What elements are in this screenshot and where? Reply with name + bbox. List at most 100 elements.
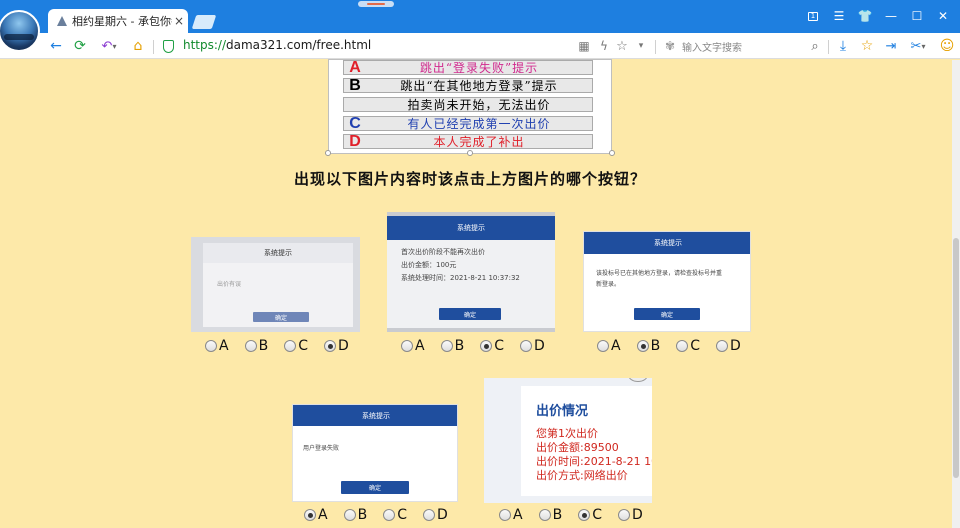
answer-group-4: A B C D xyxy=(304,507,464,523)
radio-circle[interactable] xyxy=(538,509,551,521)
radio-circle[interactable] xyxy=(480,340,493,352)
radio-label: B xyxy=(258,338,269,354)
radio-circle[interactable] xyxy=(715,340,728,352)
radio-label: A xyxy=(415,338,425,354)
browser-tab-bar: 相约星期六 - 承包你每月 × 1 ☰ 👕 — ☐ ✕ xyxy=(0,0,960,33)
bookmark-star-icon[interactable]: ☆ xyxy=(614,36,630,56)
radio-circle[interactable] xyxy=(401,340,413,352)
radio-option-b[interactable]: B xyxy=(636,338,661,354)
resize-handle[interactable] xyxy=(325,150,331,156)
dropdown-chevron-icon[interactable]: ▾ xyxy=(634,36,648,56)
key-letter: C xyxy=(349,114,361,132)
key-option-none: 拍卖尚未开始，无法出价 xyxy=(343,97,593,112)
close-window-icon[interactable]: ✕ xyxy=(930,8,956,24)
radio-label: A xyxy=(318,507,328,523)
grid-apps-icon[interactable]: ▦ xyxy=(576,36,592,56)
security-shield-icon[interactable] xyxy=(163,40,174,53)
radio-label: B xyxy=(454,338,465,354)
radio-circle[interactable] xyxy=(676,340,689,352)
radio-circle[interactable] xyxy=(284,340,297,352)
radio-option-d[interactable]: D xyxy=(715,338,741,354)
radio-option-a[interactable]: A xyxy=(499,507,523,523)
dialog-ok-button: 确定 xyxy=(341,481,409,494)
address-bar[interactable]: https://dama321.com/free.html xyxy=(183,38,371,52)
refresh-icon[interactable]: ⟳ xyxy=(70,36,90,56)
user-avatar[interactable] xyxy=(0,10,40,52)
radio-option-c[interactable]: C xyxy=(480,338,504,354)
search-input[interactable]: 输入文字搜索 xyxy=(682,39,742,54)
answer-group-5: A B C D xyxy=(499,507,659,523)
login-icon[interactable]: ⇥ xyxy=(882,36,900,56)
maximize-icon[interactable]: ☐ xyxy=(904,8,930,24)
dialog-title: 系统提示 xyxy=(203,243,353,263)
dialog-ok-button: 确定 xyxy=(253,312,309,322)
dialog-message: 该投标号已在其他地方登录，请检查投标号并重 新登录。 xyxy=(596,268,722,290)
window-count-badge: 1 xyxy=(808,11,818,21)
radio-option-c[interactable]: C xyxy=(383,507,407,523)
more-options-icon[interactable]: ☺ xyxy=(938,36,956,56)
browser-tab-active[interactable]: 相约星期六 - 承包你每月 × xyxy=(48,9,188,33)
back-arrow-icon[interactable]: ← xyxy=(46,36,66,56)
radio-circle[interactable] xyxy=(597,340,609,352)
radio-option-b[interactable]: B xyxy=(440,338,465,354)
radio-option-d[interactable]: D xyxy=(422,507,448,523)
radio-option-d[interactable]: D xyxy=(519,338,545,354)
resize-handle[interactable] xyxy=(467,150,473,156)
radio-circle[interactable] xyxy=(244,340,257,352)
undo-close-icon[interactable]: ↶ ▾ xyxy=(96,36,122,56)
radio-circle[interactable] xyxy=(304,509,316,521)
radio-label: C xyxy=(690,338,700,354)
url-scheme: https:// xyxy=(183,38,227,52)
screenshot-scissors-icon[interactable]: ✂ ▾ xyxy=(906,36,930,56)
window-list-button[interactable]: 1 xyxy=(800,8,826,24)
radio-circle[interactable] xyxy=(422,509,435,521)
radio-option-a[interactable]: A xyxy=(205,338,229,354)
radio-option-b[interactable]: B xyxy=(244,338,269,354)
key-text: 本人完成了补出 xyxy=(433,135,525,149)
radio-circle[interactable] xyxy=(343,509,356,521)
window-controls: 1 ☰ 👕 — ☐ ✕ xyxy=(800,8,956,24)
radio-circle[interactable] xyxy=(440,340,453,352)
skin-shirt-icon[interactable]: 👕 xyxy=(852,8,878,24)
radio-circle[interactable] xyxy=(617,509,630,521)
radio-circle[interactable] xyxy=(578,509,591,521)
radio-option-a[interactable]: A xyxy=(304,507,328,523)
key-option-b: B 跳出“在其他地方登录”提示 xyxy=(343,77,593,94)
radio-circle[interactable] xyxy=(636,340,649,352)
radio-option-c[interactable]: C xyxy=(284,338,308,354)
lightning-icon[interactable]: ϟ xyxy=(596,36,612,56)
radio-option-a[interactable]: A xyxy=(597,338,621,354)
menu-icon[interactable]: ☰ xyxy=(826,8,852,24)
new-tab-button[interactable] xyxy=(191,15,217,29)
radio-circle[interactable] xyxy=(205,340,217,352)
radio-option-d[interactable]: D xyxy=(323,338,349,354)
tab-title: 相约星期六 - 承包你每月 xyxy=(72,15,172,28)
radio-option-c[interactable]: C xyxy=(676,338,700,354)
minimize-icon[interactable]: — xyxy=(878,8,904,24)
resize-handle[interactable] xyxy=(609,150,615,156)
radio-label: C xyxy=(298,338,308,354)
close-tab-icon[interactable]: × xyxy=(172,14,186,28)
vertical-scrollbar[interactable] xyxy=(952,60,960,528)
radio-label: D xyxy=(436,507,448,523)
toolbar-divider xyxy=(655,40,656,54)
favorites-star-icon[interactable]: ☆ xyxy=(858,36,876,56)
search-icon[interactable]: ⌕ xyxy=(806,36,824,56)
message-line: 系统处理时间：2021-8-21 10:37:32 xyxy=(401,274,520,282)
radio-label: B xyxy=(650,338,661,354)
download-icon[interactable]: ⤓ xyxy=(834,36,852,56)
radio-option-b[interactable]: B xyxy=(343,507,367,523)
toolbar-divider xyxy=(153,40,154,54)
radio-option-a[interactable]: A xyxy=(401,338,425,354)
radio-circle[interactable] xyxy=(323,340,336,352)
scrollbar-thumb[interactable] xyxy=(953,238,959,478)
radio-label: C xyxy=(397,507,407,523)
radio-option-d[interactable]: D xyxy=(617,507,643,523)
radio-circle[interactable] xyxy=(383,509,396,521)
radio-option-c[interactable]: C xyxy=(578,507,602,523)
radio-option-b[interactable]: B xyxy=(538,507,562,523)
home-icon[interactable]: ⌂ xyxy=(128,36,148,56)
window-drag-handle[interactable] xyxy=(358,1,394,7)
radio-circle[interactable] xyxy=(519,340,532,352)
radio-circle[interactable] xyxy=(499,509,511,521)
